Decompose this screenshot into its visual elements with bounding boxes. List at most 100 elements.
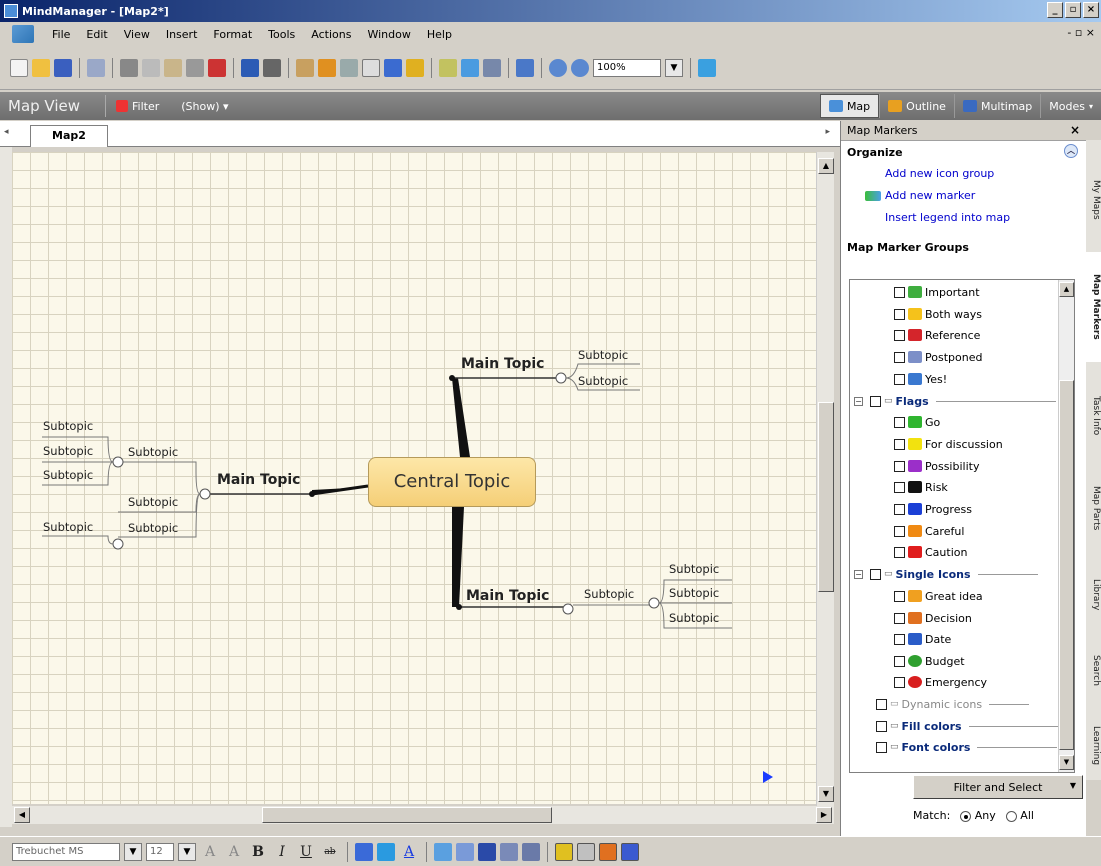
subtopic[interactable]: Subtopic bbox=[43, 419, 93, 433]
close-button[interactable]: × bbox=[1083, 2, 1099, 18]
subtopic[interactable]: Subtopic bbox=[669, 586, 719, 600]
maximize-button[interactable]: ▫ bbox=[1065, 2, 1081, 18]
play-marker-icon[interactable] bbox=[763, 771, 773, 783]
central-topic[interactable]: Central Topic bbox=[368, 457, 536, 507]
collapse-toggle-icon[interactable] bbox=[112, 456, 124, 468]
marker-row[interactable]: Risk bbox=[894, 477, 948, 497]
checkbox[interactable] bbox=[894, 351, 905, 363]
checkbox[interactable] bbox=[894, 655, 905, 667]
zoom-dropdown-icon[interactable]: ▼ bbox=[665, 58, 683, 77]
checkbox[interactable] bbox=[870, 568, 881, 580]
subtopic[interactable]: Subtopic bbox=[43, 468, 93, 482]
menu-format[interactable]: Format bbox=[205, 28, 260, 41]
scroll-down-icon[interactable]: ▼ bbox=[1059, 755, 1074, 770]
side-tab-learning[interactable]: Learning bbox=[1086, 712, 1101, 780]
side-tab-search[interactable]: Search bbox=[1086, 640, 1101, 700]
scroll-up-icon[interactable]: ▲ bbox=[818, 158, 834, 174]
checkbox[interactable] bbox=[876, 741, 887, 753]
style-icon[interactable] bbox=[555, 842, 573, 861]
scroll-thumb[interactable] bbox=[1059, 380, 1074, 750]
checkbox[interactable] bbox=[894, 460, 905, 472]
checkbox[interactable] bbox=[894, 546, 905, 558]
italic-icon[interactable]: I bbox=[272, 843, 292, 861]
scroll-thumb[interactable] bbox=[262, 807, 552, 823]
minimize-button[interactable]: _ bbox=[1047, 2, 1063, 18]
side-tab-task-info[interactable]: Task Info bbox=[1086, 376, 1101, 456]
marker-row[interactable]: Caution bbox=[894, 542, 967, 562]
close-panel-icon[interactable]: × bbox=[1070, 123, 1080, 137]
undo-icon[interactable] bbox=[241, 58, 259, 77]
balance-map-icon[interactable] bbox=[516, 58, 534, 77]
side-tab-map-markers[interactable]: Map Markers bbox=[1086, 252, 1101, 362]
marker-row[interactable]: Reference bbox=[894, 325, 980, 345]
collapse-toggle-icon[interactable] bbox=[199, 488, 211, 500]
collapse-toggle-icon[interactable] bbox=[562, 603, 574, 615]
checkbox[interactable] bbox=[894, 286, 905, 298]
shape-icon[interactable] bbox=[434, 842, 452, 861]
underline-icon[interactable]: U bbox=[296, 843, 316, 861]
document-window-controls[interactable]: - ▫ × bbox=[1067, 26, 1095, 39]
font-color-icon[interactable]: A bbox=[399, 843, 419, 861]
side-tab-my-maps[interactable]: My Maps bbox=[1086, 160, 1101, 240]
save-icon[interactable] bbox=[54, 58, 72, 77]
checkbox[interactable] bbox=[870, 395, 881, 407]
align-icon[interactable] bbox=[478, 842, 496, 861]
line-color-icon[interactable] bbox=[355, 842, 373, 861]
collapse-toggle-icon[interactable] bbox=[112, 538, 124, 550]
print-icon[interactable] bbox=[87, 58, 105, 77]
copy-icon[interactable] bbox=[142, 58, 160, 77]
checkbox[interactable] bbox=[894, 612, 905, 624]
checkbox[interactable] bbox=[876, 698, 887, 710]
subtopic[interactable]: Subtopic bbox=[43, 444, 93, 458]
add-new-marker-link[interactable]: Add new marker bbox=[841, 185, 1086, 207]
tab-scroll-right-icon[interactable]: ▸ bbox=[825, 127, 830, 137]
format-painter-icon[interactable] bbox=[186, 58, 204, 77]
menu-help[interactable]: Help bbox=[419, 28, 460, 41]
add-icon-group-link[interactable]: Add new icon group bbox=[841, 163, 1086, 185]
map-canvas[interactable]: Central Topic Main Topic Main Topic Main… bbox=[12, 152, 816, 804]
checkbox[interactable] bbox=[894, 633, 905, 645]
marker-row[interactable]: Postponed bbox=[894, 347, 982, 367]
hyperlink-icon[interactable] bbox=[483, 58, 501, 77]
new-map-icon[interactable] bbox=[10, 58, 28, 77]
strikethrough-icon[interactable]: ab bbox=[320, 843, 340, 861]
scroll-down-icon[interactable]: ▼ bbox=[818, 786, 834, 802]
grow-font-icon[interactable]: A bbox=[200, 843, 220, 861]
subtopic[interactable]: Subtopic bbox=[584, 587, 634, 601]
open-icon[interactable] bbox=[32, 58, 50, 77]
insert-legend-link[interactable]: Insert legend into map bbox=[841, 207, 1086, 229]
radio-any[interactable] bbox=[960, 810, 972, 822]
menu-file[interactable]: File bbox=[44, 28, 78, 41]
main-topic-bottom-right[interactable]: Main Topic bbox=[466, 588, 549, 604]
floating-topic-icon[interactable] bbox=[406, 58, 424, 77]
filter-button[interactable]: Filter bbox=[105, 95, 159, 117]
marker-row[interactable]: Decision bbox=[894, 608, 972, 628]
scroll-thumb[interactable] bbox=[818, 402, 834, 592]
style-icon[interactable] bbox=[577, 842, 595, 861]
subtopic[interactable]: Subtopic bbox=[669, 562, 719, 576]
side-tab-library[interactable]: Library bbox=[1086, 560, 1101, 630]
zoom-in-icon[interactable] bbox=[549, 58, 567, 77]
redo-icon[interactable] bbox=[263, 58, 281, 77]
marker-row[interactable]: Possibility bbox=[894, 456, 979, 476]
expand-toggle-icon[interactable]: − bbox=[854, 569, 863, 579]
map-mode-button[interactable]: Map bbox=[819, 94, 880, 118]
attachment-icon[interactable] bbox=[461, 58, 479, 77]
group-row-single-icons[interactable]: − ▭ Single Icons bbox=[854, 564, 1038, 584]
canvas-vertical-scrollbar[interactable]: ▲ ▼ bbox=[816, 152, 834, 806]
outline-mode-button[interactable]: Outline bbox=[879, 94, 954, 118]
subtopic[interactable]: Subtopic bbox=[128, 521, 178, 535]
checkbox[interactable] bbox=[894, 676, 905, 688]
style-icon[interactable] bbox=[621, 842, 639, 861]
font-dropdown-icon[interactable]: ▼ bbox=[124, 842, 142, 861]
marker-list-scrollbar[interactable]: ▲ ▼ bbox=[1058, 280, 1074, 772]
match-all-option[interactable]: All bbox=[1005, 809, 1034, 822]
font-name-field[interactable]: Trebuchet MS bbox=[12, 842, 120, 861]
menu-actions[interactable]: Actions bbox=[303, 28, 359, 41]
subtopic[interactable]: Subtopic bbox=[128, 495, 178, 509]
callout-icon[interactable] bbox=[340, 58, 358, 77]
insert-subtopic-icon[interactable] bbox=[318, 58, 336, 77]
side-tab-map-parts[interactable]: Map Parts bbox=[1086, 468, 1101, 548]
scroll-right-icon[interactable]: ▶ bbox=[816, 807, 832, 823]
tab-map2[interactable]: Map2 bbox=[30, 125, 108, 147]
